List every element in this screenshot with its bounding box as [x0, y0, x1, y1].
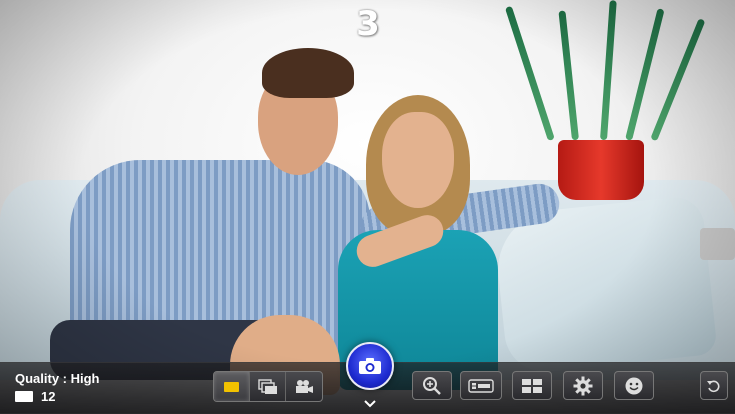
return-button[interactable]	[700, 371, 728, 400]
image-size-icon	[15, 391, 33, 402]
video-mode-button[interactable]	[286, 372, 322, 401]
smiley-icon	[625, 377, 643, 394]
expand-toolbar-button[interactable]	[363, 396, 377, 414]
quality-label: Quality : High	[15, 371, 100, 386]
camera-icon	[359, 358, 381, 374]
shot-counter: 3	[356, 4, 380, 44]
remaining-count: 12	[41, 389, 56, 404]
single-shot-icon	[224, 381, 239, 392]
settings-button[interactable]	[563, 371, 603, 400]
zoom-in-button[interactable]	[412, 371, 452, 400]
layout-button[interactable]	[512, 371, 552, 400]
single-shot-button[interactable]	[214, 372, 250, 401]
shooting-mode-group	[213, 371, 323, 402]
chevron-down-icon	[364, 400, 376, 408]
emoticon-button[interactable]	[614, 371, 654, 400]
burst-shot-icon	[257, 378, 277, 394]
layout-grid-icon	[522, 378, 542, 393]
remote-control-icon	[468, 378, 494, 393]
zoom-in-icon	[423, 376, 441, 395]
gear-icon	[573, 376, 593, 395]
remaining-shots: 12	[15, 389, 55, 404]
return-icon	[707, 380, 720, 392]
remote-control-button[interactable]	[460, 371, 502, 400]
capture-button[interactable]	[346, 342, 394, 390]
video-camera-icon	[296, 379, 313, 393]
burst-shot-button[interactable]	[250, 372, 286, 401]
